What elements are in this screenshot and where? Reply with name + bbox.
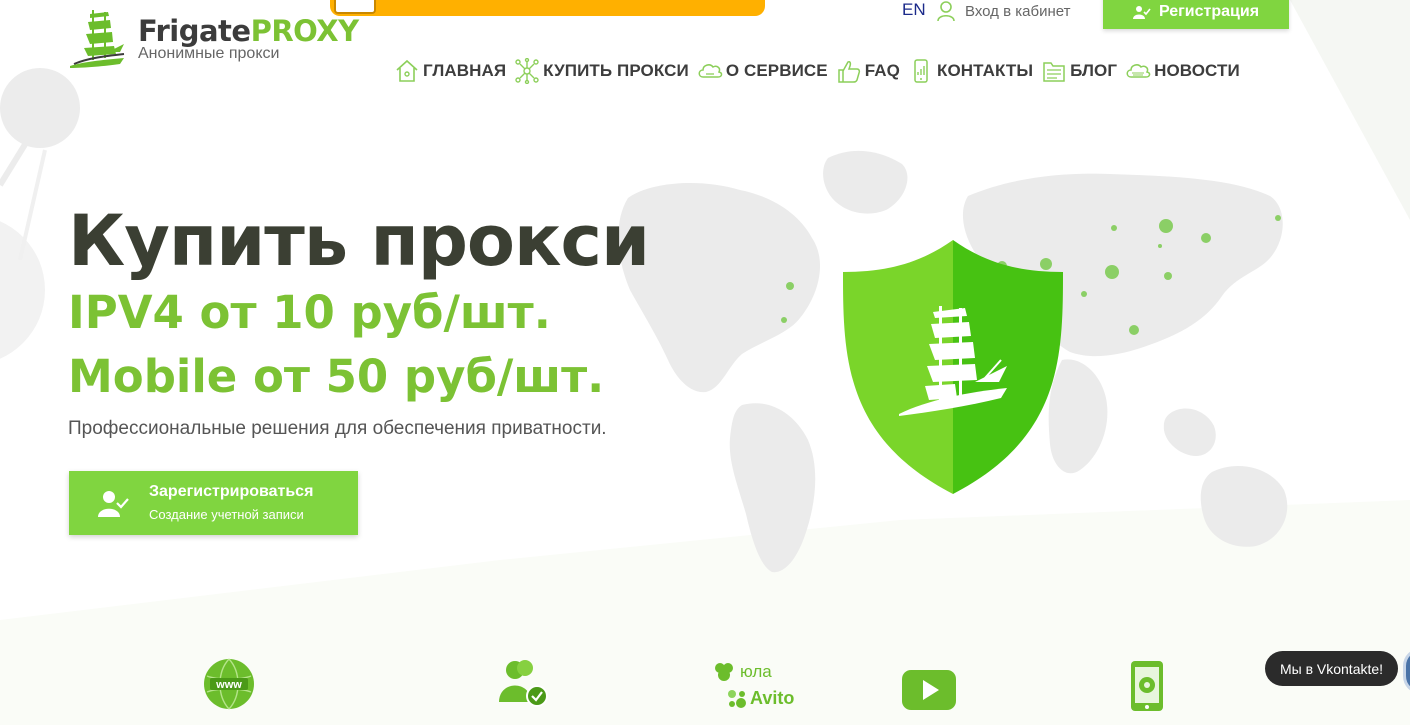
login-label: Вход в кабинет (965, 2, 1071, 20)
home-icon (396, 59, 418, 82)
register-button[interactable]: Регистрация (1103, 0, 1289, 29)
nav-item-buy-proxy[interactable]: КУПИТЬ ПРОКСИ (514, 58, 689, 84)
hero-title: Купить прокси (68, 200, 650, 282)
logo-name: FrigatePROXY (138, 14, 359, 48)
thumbs-up-icon (838, 61, 860, 83)
ula-logo-icon (715, 663, 733, 681)
promo-bar[interactable] (330, 0, 765, 16)
cta-title: Зарегистрироваться (149, 483, 314, 500)
users-check-icon (499, 660, 548, 707)
language-switch[interactable]: EN (902, 0, 926, 20)
ula-label: юла (740, 662, 772, 681)
login-link[interactable]: Вход в кабинет (935, 0, 1070, 22)
phone-icon (914, 59, 928, 83)
network-icon (515, 58, 539, 84)
user-check-icon (1132, 5, 1151, 19)
folder-icon (1043, 62, 1065, 82)
nav-item-home[interactable]: ГЛАВНАЯ (394, 58, 506, 84)
user-check-icon (98, 491, 129, 517)
cta-subtitle: Создание учетной записи (149, 507, 304, 522)
logo[interactable]: FrigatePROXY Анонимные прокси (68, 8, 359, 72)
nav-item-blog[interactable]: БЛОГ (1041, 58, 1117, 84)
youtube-icon (902, 670, 956, 710)
www-globe-icon: www (204, 658, 254, 710)
register-label: Регистрация (1158, 2, 1260, 20)
nav-item-faq[interactable]: FAQ (836, 58, 900, 84)
main-nav: ГЛАВНАЯ КУПИТЬ ПРОКСИ О СЕРВИСЕ FAQ КОНТ… (394, 56, 1240, 86)
nav-item-contacts[interactable]: КОНТАКТЫ (908, 58, 1033, 84)
ula-avito-logos: юла Avito (712, 660, 802, 710)
vkontakte-widget-label[interactable]: Мы в Vkontakte! (1265, 651, 1398, 686)
hero-price-mobile: Mobile от 50 руб/шт. (68, 350, 605, 403)
hero-price-ipv4: IPV4 от 10 руб/шт. (68, 286, 551, 339)
logo-subtitle: Анонимные прокси (138, 45, 280, 62)
nav-item-news[interactable]: НОВОСТИ (1125, 58, 1240, 84)
avito-label: Avito (750, 688, 795, 708)
cloud-icon (698, 64, 723, 78)
mobile-settings-icon (1131, 661, 1163, 711)
hero-description: Профессиональные решения для обеспечения… (68, 418, 607, 439)
cloud-news-icon (1126, 64, 1151, 78)
register-cta-button[interactable]: Зарегистрироваться Создание учетной запи… (69, 471, 358, 535)
www-label: www (215, 679, 242, 691)
shield-ship-icon (843, 240, 1063, 494)
user-outline-icon (937, 1, 955, 22)
nav-item-about[interactable]: О СЕРВИСЕ (697, 58, 828, 84)
avito-logo-icon (728, 690, 746, 708)
ship-logo-icon (70, 10, 125, 68)
